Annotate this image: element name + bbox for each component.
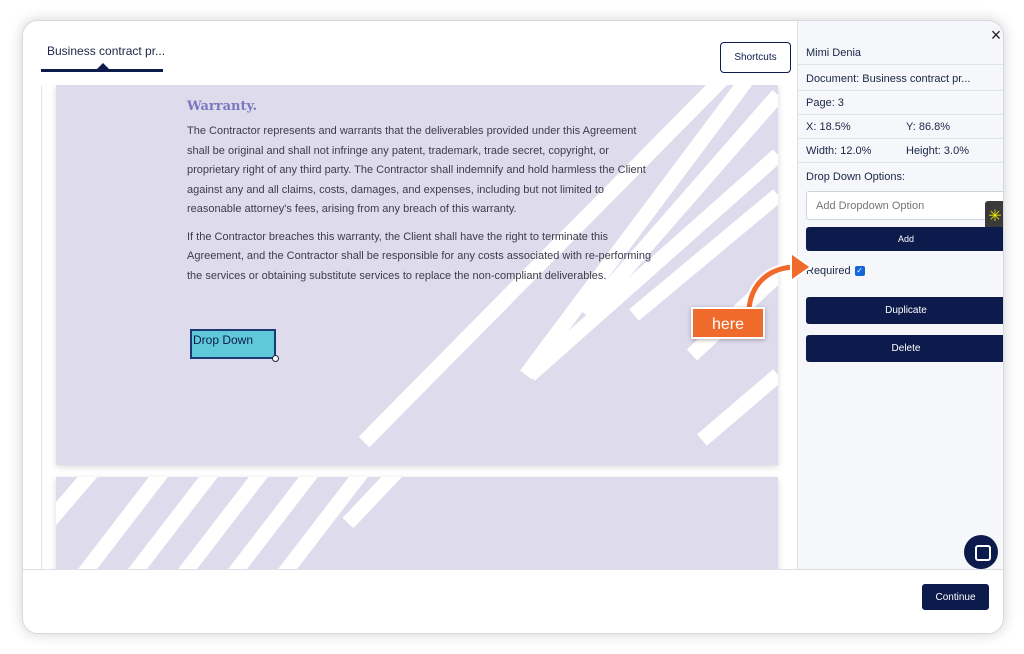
tab-label: Business contract pr... [47,44,166,58]
position-row: X: 18.5% Y: 86.8% [798,115,1003,139]
height-value: Height: 3.0% [906,145,969,157]
modal-frame: Business contract pr... Shortcuts Warran… [22,20,1004,634]
dropdown-field-label: Drop Down [193,333,254,347]
required-checkbox[interactable]: ✓ [854,266,865,276]
y-position: Y: 86.8% [906,121,951,133]
page-number: Page: 3 [798,91,1003,115]
document-name: Document: Business contract pr... [798,67,1003,91]
paragraph: If the Contractor breaches this warranty… [187,230,652,282]
continue-button[interactable]: Continue [922,584,989,610]
section-heading: Warranty. [187,99,258,114]
page-background-stripes [56,477,402,569]
dropdown-field[interactable]: Drop Down [190,329,276,359]
dropdown-option-input[interactable] [806,191,1003,220]
user-name: Mimi Denia [798,41,1003,65]
document-text: Warranty. The Contractor represents and … [187,99,657,294]
add-option-button[interactable]: Add [806,227,1003,251]
delete-button[interactable]: Delete [806,335,1003,362]
dropdown-options-label: Drop Down Options: [806,171,906,183]
x-position: X: 18.5% [806,121,851,133]
chat-icon[interactable] [964,535,998,569]
duplicate-button[interactable]: Duplicate [806,297,1003,324]
annotation-callout: here [691,307,765,339]
shortcuts-button[interactable]: Shortcuts [720,42,791,73]
required-toggle[interactable]: Required ✓ [806,265,865,277]
paragraph: The Contractor represents and warrants t… [187,125,646,215]
width-value: Width: 12.0% [806,145,872,157]
resize-handle[interactable] [272,355,279,362]
document-editor: Business contract pr... Shortcuts Warran… [23,21,797,569]
annotation-arrow-icon [744,251,813,311]
size-row: Width: 12.0% Height: 3.0% [798,139,1003,163]
footer-bar: Continue [23,569,1003,633]
document-page [56,477,778,569]
tab-active-indicator [41,63,163,72]
document-page: Warranty. The Contractor represents and … [56,85,778,465]
document-viewer[interactable]: Warranty. The Contractor represents and … [41,85,797,569]
properties-panel: × Mimi Denia Document: Business contract… [797,21,1003,569]
